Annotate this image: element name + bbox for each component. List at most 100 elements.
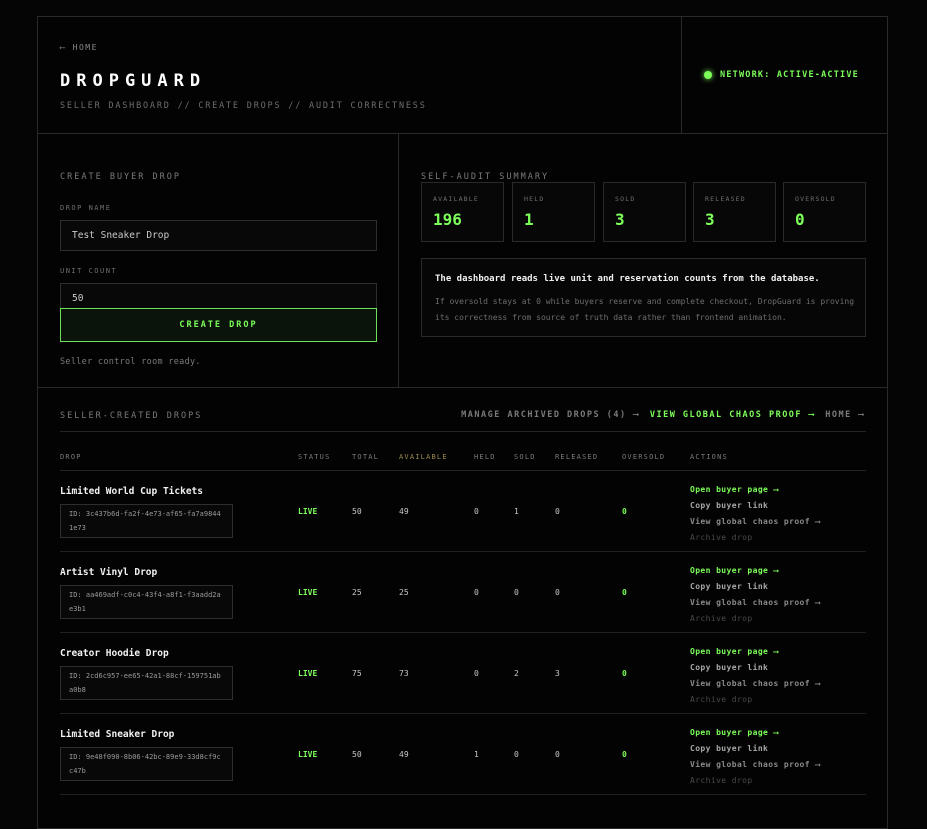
unit-count-label: UNIT COUNT [60, 267, 118, 275]
audit-note-body: If oversold stays at 0 while buyers rese… [435, 297, 855, 322]
stat-label: RELEASED [705, 195, 746, 203]
dashboard-frame: ⟵ HOME DROPGUARD SELLER DASHBOARD // CRE… [37, 16, 888, 829]
view-chaos-proof-row-link[interactable]: View global chaos proof ⟶ [690, 514, 820, 530]
drop-status: LIVE [298, 750, 318, 759]
page-title: DROPGUARD [60, 71, 207, 91]
create-status-message: Seller control room ready. [60, 357, 201, 367]
drop-id: ID: aa469adf-c0c4-43f4-a8f1-f3aadd2ae3b1 [60, 585, 233, 619]
seller-drops-section: SELLER-CREATED DROPS MANAGE ARCHIVED DRO… [38, 389, 887, 829]
stat-label: OVERSOLD [795, 195, 836, 203]
home-link[interactable]: ⟵ HOME [60, 43, 98, 52]
archive-drop-button[interactable]: Archive drop [690, 692, 820, 708]
column-header-actions: ACTIONS [690, 453, 728, 461]
archive-drop-button[interactable]: Archive drop [690, 611, 820, 627]
stat-label: HELD [524, 195, 545, 203]
drop-status: LIVE [298, 507, 318, 516]
view-chaos-proof-link[interactable]: VIEW GLOBAL CHAOS PROOF ⟶ [650, 410, 815, 420]
audit-note-title: The dashboard reads live unit and reserv… [435, 274, 820, 284]
archive-drop-button[interactable]: Archive drop [690, 530, 820, 546]
drop-available: 25 [399, 588, 409, 597]
drop-status: LIVE [298, 669, 318, 678]
copy-buyer-link[interactable]: Copy buyer link [690, 660, 820, 676]
self-audit-panel: SELF-AUDIT SUMMARY AVAILABLE 196 HELD 1 … [399, 134, 887, 388]
open-buyer-page-link[interactable]: Open buyer page ⟶ [690, 563, 820, 579]
table-row: Artist Vinyl Drop ID: aa469adf-c0c4-43f4… [60, 552, 866, 633]
row-actions: Open buyer page ⟶ Copy buyer link View g… [690, 563, 820, 627]
column-header-total: TOTAL [352, 453, 380, 461]
column-header-held: HELD [474, 453, 496, 461]
stat-oversold: OVERSOLD 0 [783, 182, 866, 242]
drops-title: SELLER-CREATED DROPS [60, 411, 203, 421]
page-header: ⟵ HOME DROPGUARD SELLER DASHBOARD // CRE… [38, 17, 887, 134]
table-row: Limited Sneaker Drop ID: 9e48f090-8b06-4… [60, 714, 866, 795]
drop-oversold: 0 [622, 588, 627, 597]
drop-name: Creator Hoodie Drop [60, 648, 169, 659]
drop-name-label: DROP NAME [60, 204, 112, 212]
archive-drop-button[interactable]: Archive drop [690, 773, 820, 789]
drop-name-input[interactable]: Test Sneaker Drop [60, 220, 377, 251]
network-status: NETWORK: ACTIVE-ACTIVE [704, 70, 859, 80]
table-row: Limited World Cup Tickets ID: 3c437b6d-f… [60, 471, 866, 552]
drop-sold: 2 [514, 669, 519, 678]
drop-oversold: 0 [622, 507, 627, 516]
drop-held: 0 [474, 507, 479, 516]
stat-label: AVAILABLE [433, 195, 480, 203]
open-buyer-page-link[interactable]: Open buyer page ⟶ [690, 644, 820, 660]
drop-name: Artist Vinyl Drop [60, 567, 158, 578]
column-header-drop: DROP [60, 453, 82, 461]
row-actions: Open buyer page ⟶ Copy buyer link View g… [690, 725, 820, 789]
drop-status: LIVE [298, 588, 318, 597]
stat-value: 196 [433, 210, 462, 229]
drop-total: 50 [352, 750, 362, 759]
drop-id: ID: 2cd6c957-ee65-42a1-88cf-159751aba0b8 [60, 666, 233, 700]
open-buyer-page-link[interactable]: Open buyer page ⟶ [690, 482, 820, 498]
drop-available: 73 [399, 669, 409, 678]
column-header-status: STATUS [298, 453, 331, 461]
manage-archived-link[interactable]: MANAGE ARCHIVED DROPS (4) ⟶ [461, 410, 640, 420]
drop-held: 0 [474, 669, 479, 678]
copy-buyer-link[interactable]: Copy buyer link [690, 741, 820, 757]
table-row: Creator Hoodie Drop ID: 2cd6c957-ee65-42… [60, 633, 866, 714]
copy-buyer-link[interactable]: Copy buyer link [690, 579, 820, 595]
column-header-available: AVAILABLE [399, 453, 448, 461]
drop-oversold: 0 [622, 750, 627, 759]
stat-value: 1 [524, 210, 534, 229]
header-brand-panel: ⟵ HOME DROPGUARD SELLER DASHBOARD // CRE… [38, 17, 682, 133]
status-dot-icon [704, 71, 712, 79]
column-header-sold: SOLD [514, 453, 536, 461]
page-tagline: SELLER DASHBOARD // CREATE DROPS // AUDI… [60, 101, 427, 111]
home-nav-link[interactable]: HOME ⟶ [825, 410, 865, 420]
copy-buyer-link[interactable]: Copy buyer link [690, 498, 820, 514]
drop-sold: 1 [514, 507, 519, 516]
drop-id: ID: 9e48f090-8b06-42bc-89e9-33d8cf9cc47b [60, 747, 233, 781]
stat-released: RELEASED 3 [693, 182, 776, 242]
drop-sold: 0 [514, 588, 519, 597]
network-status-label: NETWORK: ACTIVE-ACTIVE [720, 70, 859, 80]
drop-available: 49 [399, 507, 409, 516]
drop-name: Limited Sneaker Drop [60, 729, 175, 740]
create-drop-button[interactable]: CREATE DROP [60, 308, 377, 342]
drop-released: 0 [555, 507, 560, 516]
audit-note: The dashboard reads live unit and reserv… [421, 258, 866, 337]
stat-value: 0 [795, 210, 805, 229]
self-audit-title: SELF-AUDIT SUMMARY [421, 172, 550, 182]
create-drop-title: CREATE BUYER DROP [60, 172, 181, 182]
column-header-oversold: OVERSOLD [622, 453, 666, 461]
view-chaos-proof-row-link[interactable]: View global chaos proof ⟶ [690, 595, 820, 611]
stat-sold: SOLD 3 [603, 182, 686, 242]
row-actions: Open buyer page ⟶ Copy buyer link View g… [690, 482, 820, 546]
create-drop-panel: CREATE BUYER DROP DROP NAME Test Sneaker… [38, 134, 399, 388]
stat-label: SOLD [615, 195, 636, 203]
drop-held: 1 [474, 750, 479, 759]
stat-value: 3 [615, 210, 625, 229]
stat-value: 3 [705, 210, 715, 229]
open-buyer-page-link[interactable]: Open buyer page ⟶ [690, 725, 820, 741]
column-header-released: RELEASED [555, 453, 599, 461]
view-chaos-proof-row-link[interactable]: View global chaos proof ⟶ [690, 757, 820, 773]
drops-nav-links: MANAGE ARCHIVED DROPS (4) ⟶ VIEW GLOBAL … [451, 410, 865, 420]
drop-total: 75 [352, 669, 362, 678]
drop-released: 0 [555, 750, 560, 759]
view-chaos-proof-row-link[interactable]: View global chaos proof ⟶ [690, 676, 820, 692]
drop-total: 25 [352, 588, 362, 597]
drop-total: 50 [352, 507, 362, 516]
